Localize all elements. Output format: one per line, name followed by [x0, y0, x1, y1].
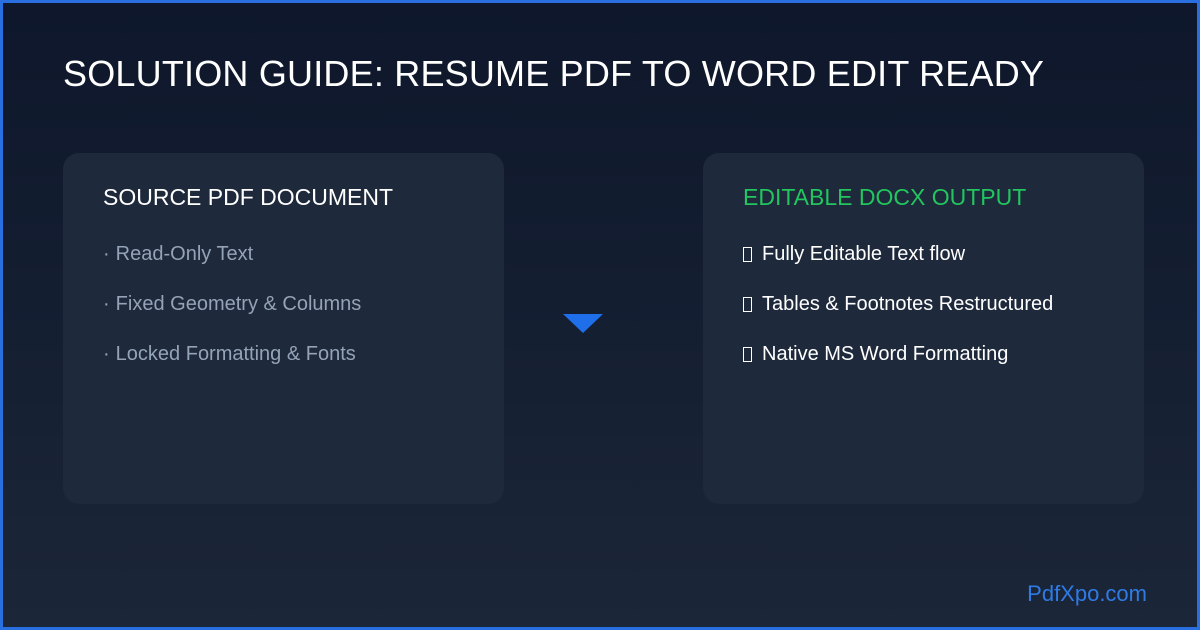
missing-glyph-box-icon: [743, 297, 752, 312]
missing-glyph-box-icon: [743, 247, 752, 262]
source-feature-label: Fixed Geometry & Columns: [115, 293, 362, 315]
output-feature-label: Tables & Footnotes Restructured: [762, 293, 1054, 315]
source-feature-label: Locked Formatting & Fonts: [115, 343, 356, 365]
bullet-marker: ·: [103, 343, 110, 365]
output-feature-label: Fully Editable Text flow: [762, 243, 966, 265]
page-title: SOLUTION GUIDE: RESUME PDF TO WORD EDIT …: [63, 53, 1045, 94]
bullet-marker: ·: [103, 293, 110, 315]
output-card-heading: EDITABLE DOCX OUTPUT: [743, 184, 1027, 210]
output-feature-item: Tables & Footnotes Restructured: [743, 293, 1053, 343]
output-feature-item: Native MS Word Formatting: [743, 343, 1053, 393]
source-feature-list: · Read-Only Text · Fixed Geometry & Column…: [103, 243, 361, 393]
source-feature-item: · Fixed Geometry & Columns: [103, 293, 361, 343]
missing-glyph-box-icon: [743, 347, 752, 362]
bullet-marker: ·: [103, 243, 110, 265]
output-feature-label: Native MS Word Formatting: [762, 343, 1009, 365]
source-pdf-card: SOURCE PDF DOCUMENT · Read-Only Text · Fix…: [63, 153, 504, 504]
banner-frame: SOLUTION GUIDE: RESUME PDF TO WORD EDIT …: [0, 0, 1200, 630]
brand-link[interactable]: PdfXpo.com: [1027, 581, 1147, 607]
output-feature-item: Fully Editable Text flow: [743, 243, 1053, 293]
docx-output-card: EDITABLE DOCX OUTPUT Fully Editable Text…: [703, 153, 1144, 504]
source-feature-item: · Read-Only Text: [103, 243, 361, 293]
down-arrow-icon: [563, 314, 603, 333]
source-feature-item: · Locked Formatting & Fonts: [103, 343, 361, 393]
source-feature-label: Read-Only Text: [115, 243, 254, 265]
output-feature-list: Fully Editable Text flow Tables & Footno…: [743, 243, 1053, 393]
source-card-heading: SOURCE PDF DOCUMENT: [103, 184, 394, 210]
